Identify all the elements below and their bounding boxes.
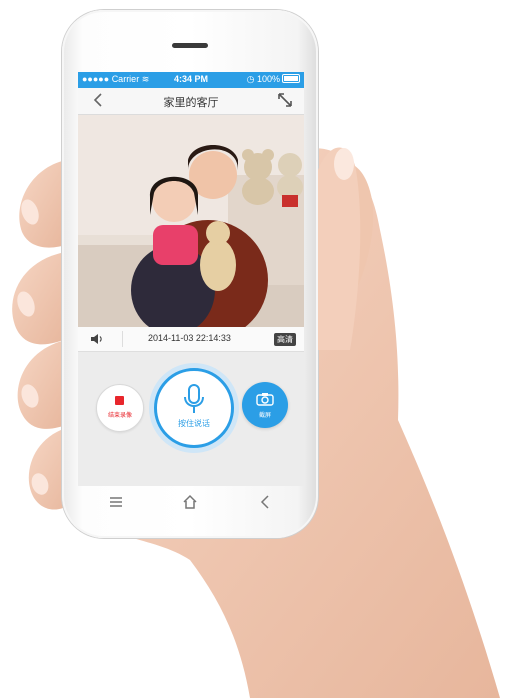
status-bar: ●●●●● Carrier ≋ 4:34 PM ◷ 100% <box>78 72 304 88</box>
stop-recording-button[interactable]: 结束录像 <box>96 384 144 432</box>
phone-device: ●●●●● Carrier ≋ 4:34 PM ◷ 100% 家里的客厅 201… <box>62 10 318 538</box>
quality-badge[interactable]: 高清 <box>274 333 296 346</box>
expand-arrows-icon[interactable] <box>276 91 294 109</box>
control-panel: 结束录像 按住说话 截屏 <box>78 352 304 486</box>
battery-indicator: ◷ 100% <box>247 74 300 85</box>
menu-icon[interactable] <box>108 494 124 510</box>
nav-bar: 家里的客厅 <box>78 88 304 115</box>
page-title: 家里的客厅 <box>163 96 219 109</box>
earpiece-speaker <box>172 43 208 48</box>
push-to-talk-button[interactable]: 按住说话 <box>154 368 234 448</box>
video-info-bar: 2014-11-03 22:14:33 高清 <box>78 327 304 352</box>
video-timestamp: 2014-11-03 22:14:33 <box>148 333 231 343</box>
snapshot-label: 截屏 <box>258 412 271 419</box>
battery-icon <box>282 74 300 83</box>
thumb <box>318 147 361 350</box>
home-icon[interactable] <box>182 494 198 510</box>
snapshot-button[interactable]: 截屏 <box>242 382 288 428</box>
live-video-image <box>78 115 304 327</box>
divider <box>122 331 123 347</box>
microphone-icon <box>184 384 204 413</box>
stop-recording-label: 结束录像 <box>107 412 132 419</box>
speaker-icon[interactable] <box>90 332 104 346</box>
camera-video-feed[interactable] <box>78 115 304 327</box>
back-icon[interactable] <box>258 494 274 510</box>
stop-square-icon <box>115 396 124 405</box>
camera-icon <box>256 393 274 406</box>
push-to-talk-label: 按住说话 <box>178 419 210 428</box>
phone-screen: ●●●●● Carrier ≋ 4:34 PM ◷ 100% 家里的客厅 201… <box>78 72 304 486</box>
